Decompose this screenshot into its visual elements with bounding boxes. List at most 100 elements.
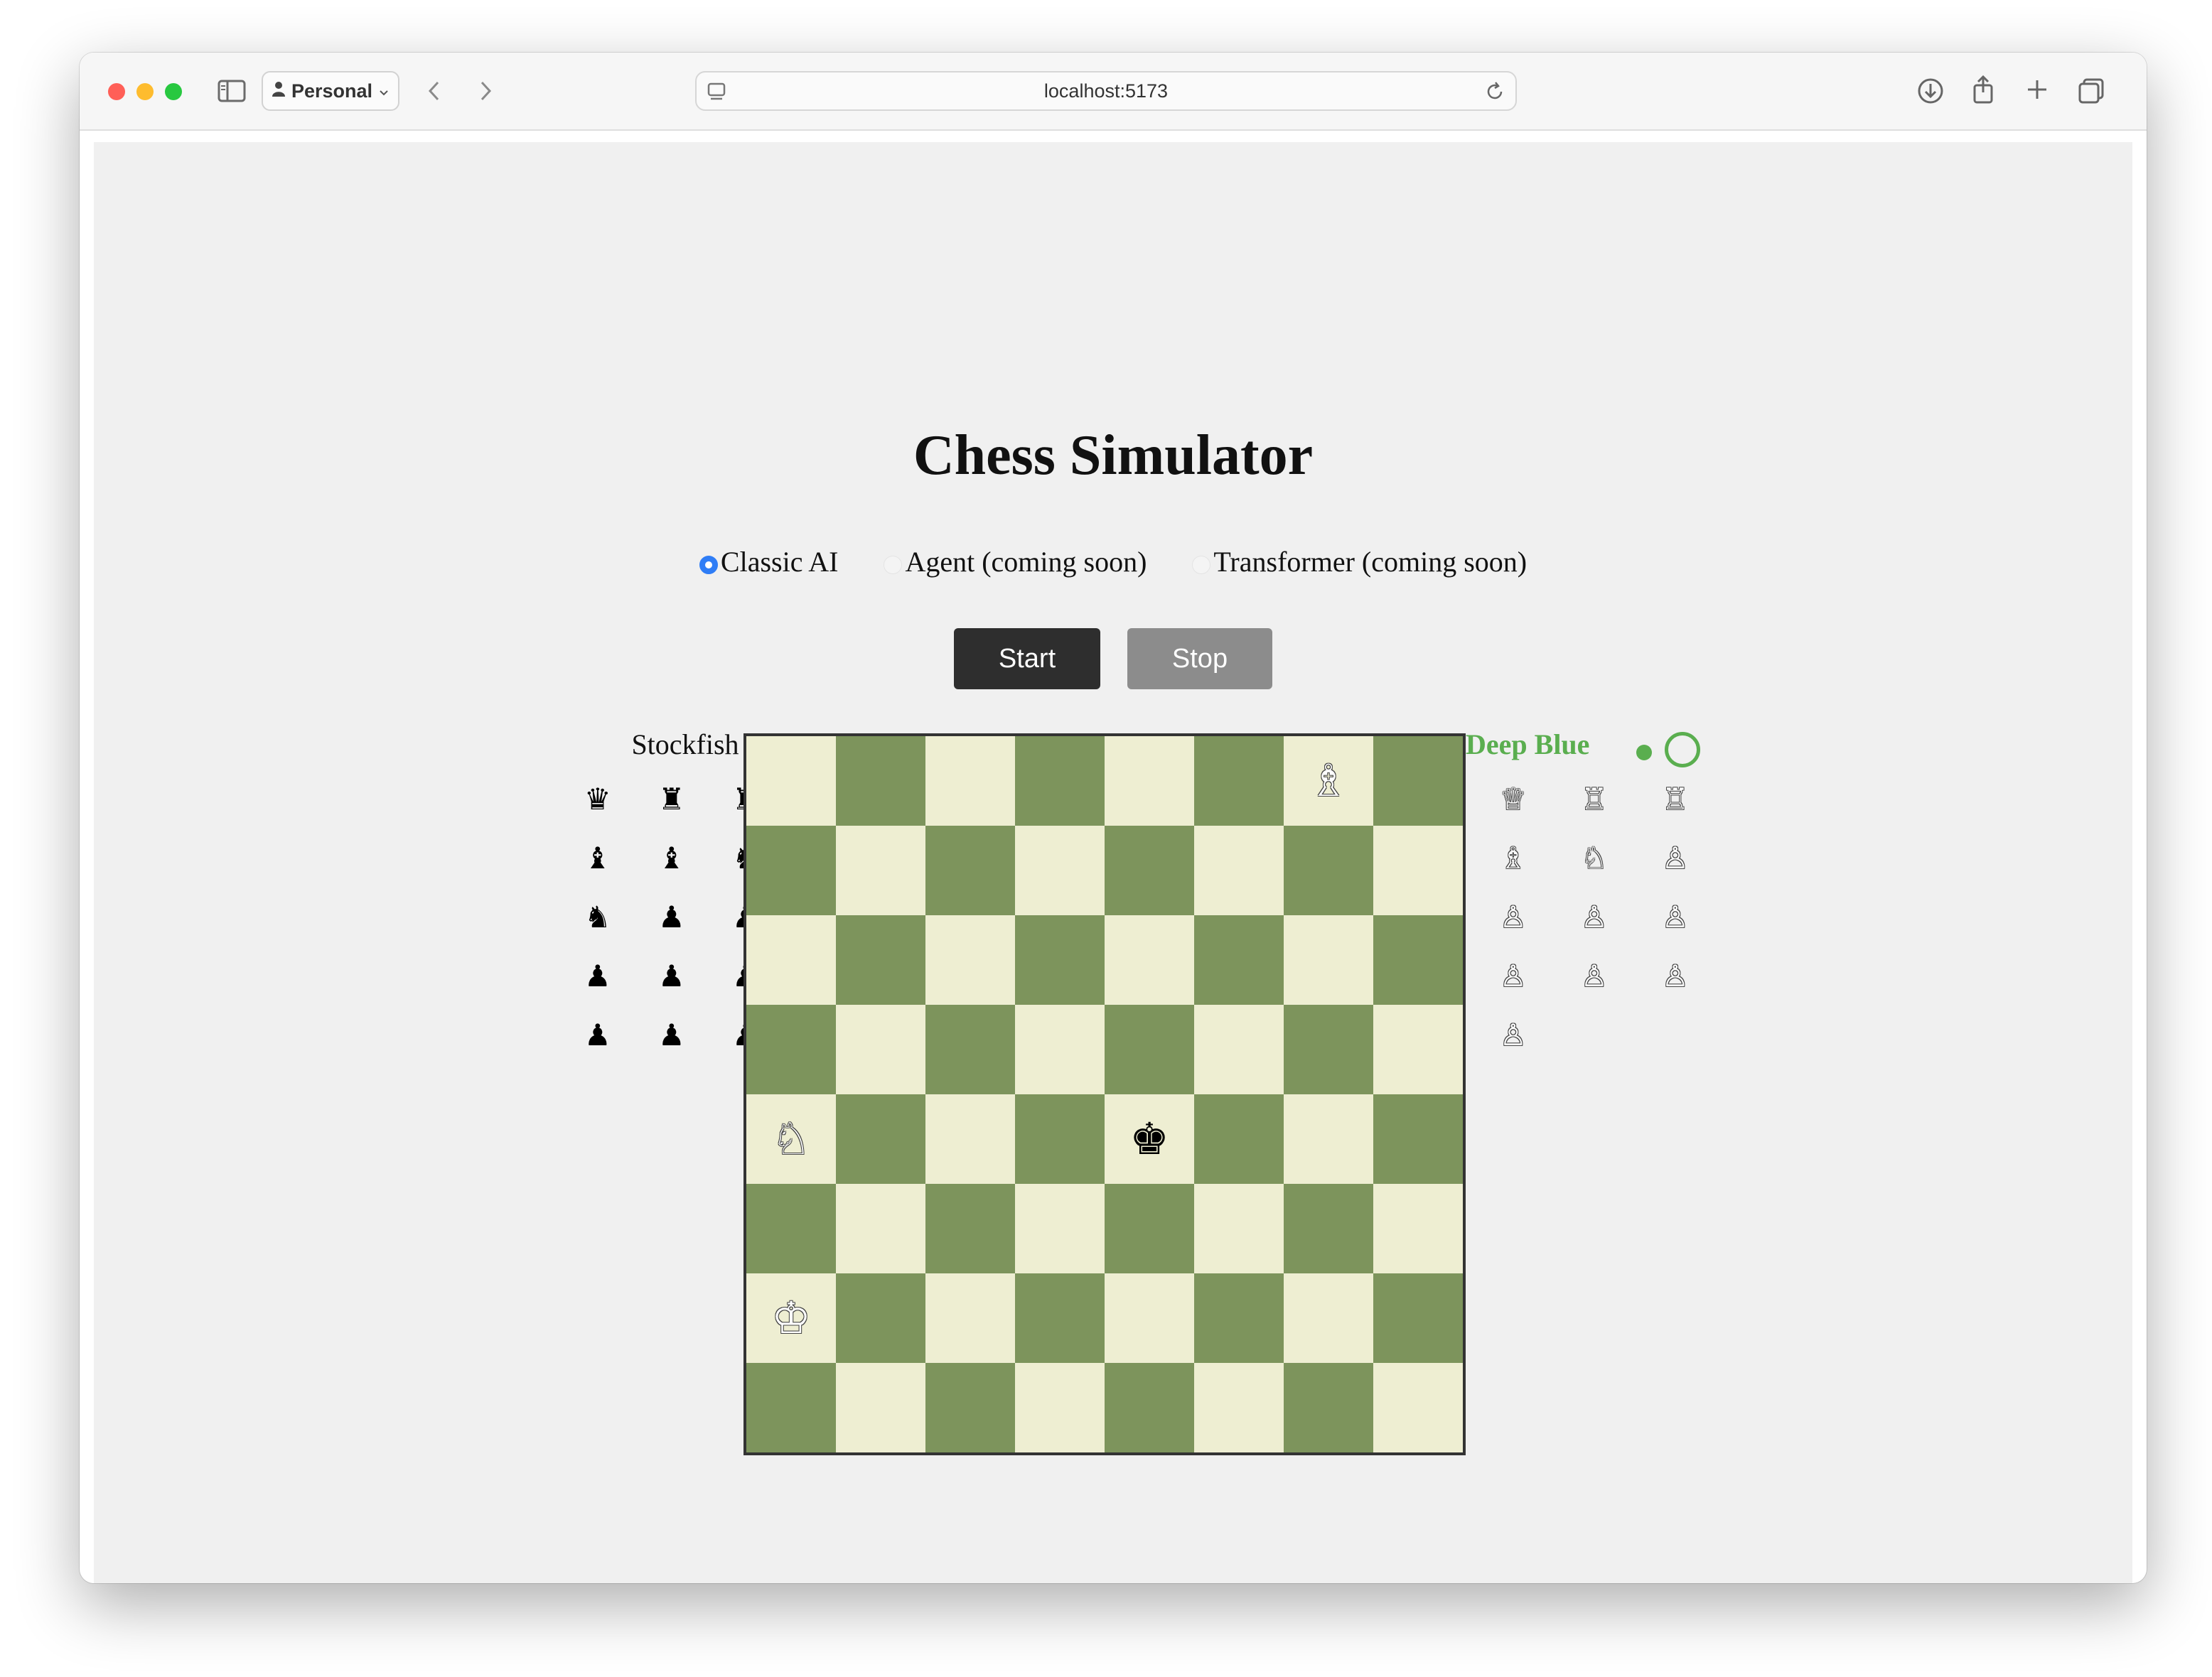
mode-option-classic-ai[interactable]: Classic AI xyxy=(699,545,839,578)
captured-piece: ♜ xyxy=(658,782,685,816)
board-square[interactable] xyxy=(1105,915,1194,1005)
board-square[interactable] xyxy=(1194,1005,1284,1094)
board-square[interactable] xyxy=(836,915,925,1005)
board-square[interactable] xyxy=(1015,1184,1105,1273)
person-icon xyxy=(272,80,286,102)
board-square[interactable]: ♔ xyxy=(746,1273,836,1363)
board-square[interactable] xyxy=(1373,1184,1463,1273)
board-square[interactable] xyxy=(1194,1363,1284,1452)
radio-agent[interactable] xyxy=(884,556,903,574)
board-square[interactable] xyxy=(746,826,836,915)
thinking-ring-icon xyxy=(1665,732,1700,767)
board-square[interactable] xyxy=(1373,1094,1463,1184)
board-square[interactable] xyxy=(925,1363,1015,1452)
tab-overview-icon[interactable] xyxy=(2077,77,2105,109)
radio-classic-ai[interactable] xyxy=(699,556,718,574)
board-square[interactable] xyxy=(1194,1094,1284,1184)
board-square[interactable] xyxy=(1284,1184,1373,1273)
board-square[interactable] xyxy=(1015,736,1105,826)
board-square[interactable] xyxy=(1105,1005,1194,1094)
mode-label: Classic AI xyxy=(720,545,839,578)
board-square[interactable] xyxy=(1284,915,1373,1005)
board-square[interactable] xyxy=(1015,1363,1105,1452)
board-square[interactable] xyxy=(1373,736,1463,826)
radio-transformer[interactable] xyxy=(1192,556,1211,574)
board-square[interactable] xyxy=(836,826,925,915)
board-square[interactable] xyxy=(1373,826,1463,915)
board-square[interactable]: ♗ xyxy=(1284,736,1373,826)
new-tab-icon[interactable] xyxy=(2024,77,2050,107)
board-square[interactable] xyxy=(1015,915,1105,1005)
board-square[interactable] xyxy=(1015,1005,1105,1094)
mode-selector: Classic AI Agent (coming soon) Transform… xyxy=(94,540,2132,583)
minimize-window-button[interactable] xyxy=(136,83,154,100)
board-square[interactable] xyxy=(746,915,836,1005)
board-square[interactable] xyxy=(1194,736,1284,826)
board-square[interactable] xyxy=(925,736,1015,826)
browser-window: Personal localhost:5173 Chess Simulator … xyxy=(80,53,2147,1583)
board-square[interactable] xyxy=(836,1005,925,1094)
board-square[interactable] xyxy=(1373,1363,1463,1452)
board-square[interactable] xyxy=(1194,826,1284,915)
reload-icon[interactable] xyxy=(1484,81,1505,106)
board-square[interactable] xyxy=(746,1005,836,1094)
board-square[interactable] xyxy=(1284,1005,1373,1094)
board-square[interactable] xyxy=(1105,1273,1194,1363)
zoom-window-button[interactable] xyxy=(165,83,182,100)
board-square[interactable] xyxy=(925,1005,1015,1094)
mode-option-agent[interactable]: Agent (coming soon) xyxy=(884,545,1147,578)
mode-label: Transformer (coming soon) xyxy=(1213,545,1528,578)
board-square[interactable]: ♘ xyxy=(746,1094,836,1184)
board-square[interactable] xyxy=(746,1184,836,1273)
downloads-icon[interactable] xyxy=(1916,77,1945,109)
board-square[interactable]: ♚ xyxy=(1105,1094,1194,1184)
board-square[interactable] xyxy=(1015,1273,1105,1363)
board-square[interactable] xyxy=(925,1094,1015,1184)
board-square[interactable] xyxy=(1284,1094,1373,1184)
back-arrow-icon[interactable] xyxy=(424,78,445,108)
board-square[interactable] xyxy=(836,1184,925,1273)
board-square[interactable] xyxy=(1284,1363,1373,1452)
board-square[interactable] xyxy=(836,736,925,826)
chess-piece[interactable]: ♔ xyxy=(771,1296,811,1340)
board-square[interactable] xyxy=(746,736,836,826)
chess-board[interactable]: ♗ ♘ ♚ ♔ xyxy=(743,733,1466,1455)
board-square[interactable] xyxy=(925,826,1015,915)
captured-piece: ♟ xyxy=(658,900,685,934)
board-square[interactable] xyxy=(925,1273,1015,1363)
close-window-button[interactable] xyxy=(108,83,125,100)
board-square[interactable] xyxy=(1105,1363,1194,1452)
chess-piece[interactable]: ♘ xyxy=(771,1117,811,1161)
share-icon[interactable] xyxy=(1970,74,1996,109)
board-square[interactable] xyxy=(1105,826,1194,915)
chess-piece[interactable]: ♗ xyxy=(1309,759,1348,803)
board-square[interactable] xyxy=(1373,1005,1463,1094)
board-square[interactable] xyxy=(1194,1184,1284,1273)
board-square[interactable] xyxy=(1015,826,1105,915)
board-square[interactable] xyxy=(1194,915,1284,1005)
board-square[interactable] xyxy=(1373,915,1463,1005)
board-square[interactable] xyxy=(1105,1184,1194,1273)
captured-piece: ♙ xyxy=(1662,900,1689,934)
board-square[interactable] xyxy=(1284,1273,1373,1363)
stop-button[interactable]: Stop xyxy=(1127,628,1272,689)
start-button[interactable]: Start xyxy=(954,628,1100,689)
board-square[interactable] xyxy=(925,915,1015,1005)
url-text: localhost:5173 xyxy=(1043,80,1169,102)
address-bar[interactable]: localhost:5173 xyxy=(695,71,1517,111)
mode-option-transformer[interactable]: Transformer (coming soon) xyxy=(1192,545,1527,578)
board-square[interactable] xyxy=(925,1184,1015,1273)
sidebar-toggle-icon[interactable] xyxy=(218,78,246,108)
board-square[interactable] xyxy=(1105,736,1194,826)
board-square[interactable] xyxy=(1015,1094,1105,1184)
board-square[interactable] xyxy=(836,1094,925,1184)
board-square[interactable] xyxy=(836,1363,925,1452)
board-square[interactable] xyxy=(1373,1273,1463,1363)
chess-piece[interactable]: ♚ xyxy=(1129,1117,1169,1161)
board-square[interactable] xyxy=(1194,1273,1284,1363)
board-square[interactable] xyxy=(746,1363,836,1452)
board-square[interactable] xyxy=(836,1273,925,1363)
profile-button[interactable]: Personal xyxy=(262,71,399,111)
forward-arrow-icon[interactable] xyxy=(475,78,496,108)
board-square[interactable] xyxy=(1284,826,1373,915)
